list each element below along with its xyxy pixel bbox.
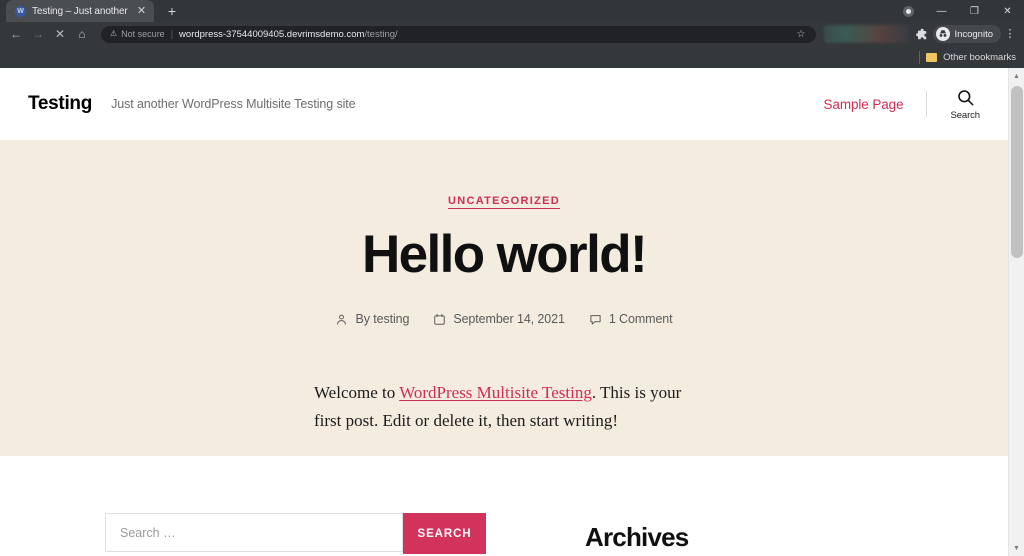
browser-tab[interactable]: W Testing – Just another WordPress ✕ [6, 0, 154, 22]
site-title[interactable]: Testing [28, 93, 92, 115]
scroll-up-arrow-icon[interactable]: ▲ [1009, 68, 1024, 84]
post-comments[interactable]: 1 Comment [589, 312, 673, 326]
page-viewport: Testing Just another WordPress Multisite… [0, 68, 1024, 556]
site-tagline: Just another WordPress Multisite Testing… [111, 97, 356, 111]
search-toggle-label: Search [950, 109, 980, 121]
not-secure-warning-icon: ⚠ [110, 29, 118, 38]
tab-title: Testing – Just another WordPress [32, 5, 129, 17]
post-author-label: By testing [355, 312, 410, 326]
post-body-link[interactable]: WordPress Multisite Testing [399, 383, 592, 402]
incognito-avatar-icon [936, 27, 951, 41]
omnibox-divider: | [170, 29, 174, 39]
archives-heading: Archives [585, 522, 689, 552]
window-controls: — ❐ ✕ [892, 0, 1024, 22]
stop-loading-icon[interactable]: ✕ [49, 23, 71, 45]
maximize-button[interactable]: ❐ [958, 0, 991, 22]
scrollbar-thumb[interactable] [1011, 86, 1023, 258]
extensions-puzzle-icon[interactable] [911, 28, 931, 40]
scroll-down-arrow-icon[interactable]: ▼ [1009, 540, 1024, 556]
minimize-button[interactable]: — [925, 0, 958, 22]
folder-icon [926, 52, 938, 62]
post-meta: By testing September 14, 2021 1 Comment [0, 312, 1008, 326]
address-bar[interactable]: ⚠ Not secure | wordpress-37544009405.dev… [101, 25, 817, 43]
post-body-lead: Welcome to [314, 383, 400, 402]
new-tab-button[interactable]: + [161, 0, 183, 22]
security-status-label[interactable]: Not secure [121, 29, 165, 39]
search-submit-button[interactable]: SEARCH [403, 513, 486, 554]
url-path: /testing/ [364, 28, 398, 40]
post-category-link[interactable]: UNCATEGORIZED [0, 195, 1008, 207]
widget-area: SEARCH Archives [0, 456, 1008, 554]
search-input[interactable] [105, 513, 403, 552]
url-host: wordpress-37544009405.devrimsdemo.com [179, 28, 365, 40]
page-scrollbar[interactable]: ▲ ▼ [1008, 68, 1024, 556]
tab-strip: W Testing – Just another WordPress ✕ + —… [0, 0, 1024, 22]
incognito-profile-chip[interactable]: Incognito [933, 25, 1001, 43]
post-date-label: September 14, 2021 [453, 312, 565, 326]
post-comments-label: 1 Comment [608, 312, 673, 326]
chrome-menu-icon[interactable]: ⋮ [1001, 28, 1019, 40]
nav-item-sample-page[interactable]: Sample Page [824, 97, 904, 112]
close-tab-icon[interactable]: ✕ [135, 5, 148, 18]
post-author: By testing [335, 312, 409, 326]
comment-bubble-icon [589, 313, 602, 326]
back-icon[interactable]: ← [5, 23, 27, 45]
nav-divider [926, 91, 928, 117]
search-widget: SEARCH [105, 513, 486, 554]
record-indicator-icon[interactable] [892, 0, 925, 22]
primary-navigation: Sample Page Search [824, 88, 980, 121]
calendar-icon [433, 313, 446, 326]
site-header: Testing Just another WordPress Multisite… [0, 68, 1008, 140]
bookmark-star-icon[interactable]: ☆ [796, 29, 807, 40]
other-bookmarks-button[interactable]: Other bookmarks [943, 52, 1016, 63]
person-icon [335, 313, 348, 326]
wordpress-favicon: W [15, 5, 26, 17]
blurred-extension-area [824, 25, 910, 43]
post-hero-section: UNCATEGORIZED Hello world! By testing Se… [0, 140, 1008, 456]
search-toggle-button[interactable]: Search [950, 88, 980, 121]
bookmarks-bar: Other bookmarks [0, 46, 1024, 68]
post-date: September 14, 2021 [433, 312, 565, 326]
search-icon [956, 88, 975, 107]
post-body: Welcome to WordPress Multisite Testing. … [314, 379, 694, 434]
home-icon[interactable]: ⌂ [71, 23, 93, 45]
bookmarks-divider [919, 50, 921, 64]
site-page: Testing Just another WordPress Multisite… [0, 68, 1008, 554]
browser-window: W Testing – Just another WordPress ✕ + —… [0, 0, 1024, 556]
post-title: Hello world! [361, 225, 648, 284]
address-bar-url: wordpress-37544009405.devrimsdemo.com/te… [179, 29, 398, 40]
incognito-label: Incognito [954, 28, 993, 40]
browser-toolbar: ← → ✕ ⌂ ⚠ Not secure | wordpress-3754400… [0, 22, 1024, 46]
forward-icon[interactable]: → [27, 23, 49, 45]
close-window-button[interactable]: ✕ [991, 0, 1024, 22]
